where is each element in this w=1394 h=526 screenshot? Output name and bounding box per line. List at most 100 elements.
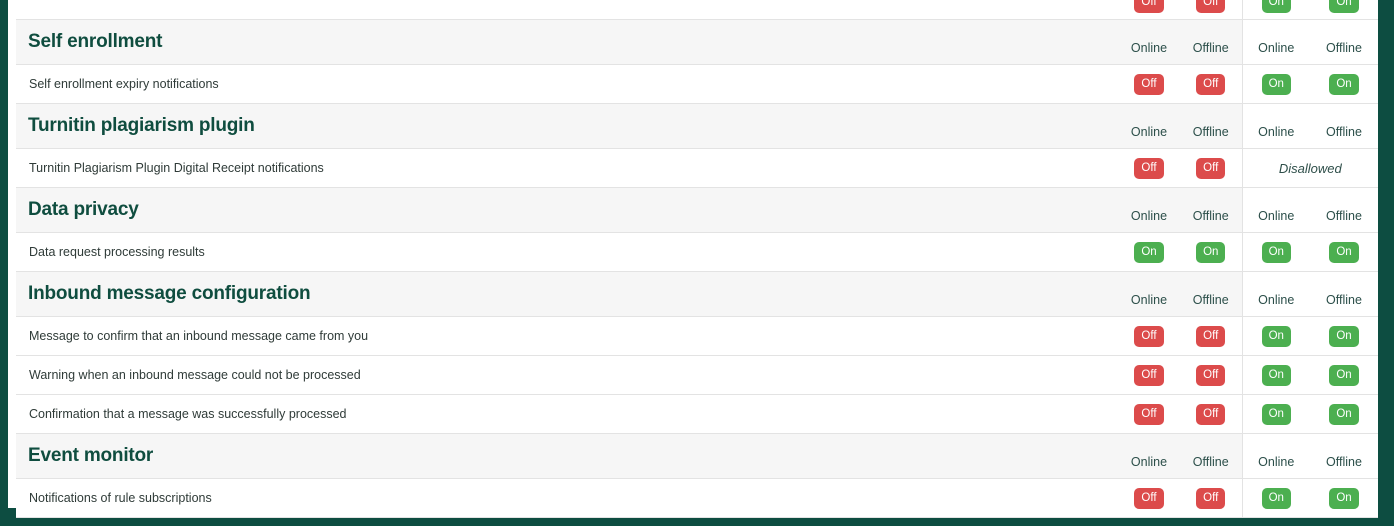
page-root: Off Off On On Self enrollment Online Offline On… bbox=[0, 0, 1394, 526]
section-header-row: Self enrollment Online Offline Online Offlin… bbox=[16, 19, 1378, 65]
table-row: Warning when an inbound message could no… bbox=[16, 355, 1378, 395]
row-toggle-cell: On bbox=[1241, 64, 1310, 104]
row-label: Data request processing results bbox=[16, 232, 1118, 272]
row-toggle-cell: On bbox=[1241, 316, 1310, 356]
row-label: Notifications of rule subscriptions bbox=[16, 478, 1118, 518]
column-header-offline: Offline bbox=[1310, 271, 1378, 317]
row-toggle-cell: Off bbox=[1118, 316, 1180, 356]
toggle-badge-on[interactable]: On bbox=[1329, 364, 1359, 386]
toggle-badge-off[interactable]: Off bbox=[1134, 403, 1164, 425]
column-header-online: Online bbox=[1241, 433, 1310, 479]
toggle-badge-on[interactable]: On bbox=[1261, 403, 1291, 425]
section-title: Self enrollment bbox=[16, 19, 1118, 65]
row-toggle-cell: Off bbox=[1118, 478, 1180, 518]
toggle-badge-on[interactable]: On bbox=[1261, 0, 1291, 13]
row-toggle-cell: Off bbox=[1180, 394, 1242, 434]
row-toggle-cell: On bbox=[1241, 394, 1310, 434]
row-disallowed-cell: Disallowed bbox=[1241, 148, 1378, 188]
toggle-badge-on[interactable]: On bbox=[1261, 364, 1291, 386]
section-header-row: Event monitor Online Offline Online Offline bbox=[16, 433, 1378, 479]
toggle-badge-off[interactable]: Off bbox=[1196, 325, 1226, 347]
toggle-badge-off[interactable]: Off bbox=[1196, 73, 1226, 95]
row-toggle-cell: On bbox=[1310, 394, 1378, 434]
toggle-badge-on[interactable]: On bbox=[1196, 241, 1226, 263]
table-row: Notifications of rule subscriptions Off Of… bbox=[16, 478, 1378, 518]
column-header-online: Online bbox=[1118, 433, 1180, 479]
column-header-offline: Offline bbox=[1180, 433, 1242, 479]
toggle-badge-off[interactable]: Off bbox=[1196, 487, 1226, 509]
column-header-offline: Offline bbox=[1310, 19, 1378, 65]
row-toggle-cell: Off bbox=[1118, 64, 1180, 104]
toggle-badge-on[interactable]: On bbox=[1261, 73, 1291, 95]
row-label: Self enrollment expiry notifications bbox=[16, 64, 1118, 104]
row-toggle-cell: Off bbox=[1118, 0, 1180, 20]
toggle-badge-on[interactable]: On bbox=[1329, 0, 1359, 13]
toggle-badge-off[interactable]: Off bbox=[1134, 487, 1164, 509]
toggle-badge-off[interactable]: Off bbox=[1134, 364, 1164, 386]
notification-preferences-body: Off Off On On Self enrollment Online Offline On… bbox=[16, 0, 1378, 518]
left-rail bbox=[0, 0, 8, 508]
toggle-badge-on[interactable]: On bbox=[1329, 403, 1359, 425]
column-header-online: Online bbox=[1241, 103, 1310, 149]
section-header-row: Turnitin plagiarism plugin Online Offline O… bbox=[16, 103, 1378, 149]
row-label: Warning when an inbound message could no… bbox=[16, 355, 1118, 395]
column-header-offline: Offline bbox=[1180, 103, 1242, 149]
notification-preferences-table-wrap: Off Off On On Self enrollment Online Offline On… bbox=[16, 0, 1378, 518]
section-title: Turnitin plagiarism plugin bbox=[16, 103, 1118, 149]
column-header-online: Online bbox=[1241, 271, 1310, 317]
section-title: Inbound message configuration bbox=[16, 271, 1118, 317]
toggle-badge-on[interactable]: On bbox=[1134, 241, 1164, 263]
row-toggle-cell: On bbox=[1310, 64, 1378, 104]
toggle-badge-on[interactable]: On bbox=[1261, 325, 1291, 347]
toggle-badge-on[interactable]: On bbox=[1329, 487, 1359, 509]
toggle-badge-off[interactable]: Off bbox=[1196, 364, 1226, 386]
table-row: Data request processing results On On On On bbox=[16, 232, 1378, 272]
row-toggle-cell: On bbox=[1310, 478, 1378, 518]
toggle-badge-on[interactable]: On bbox=[1329, 241, 1359, 263]
column-header-offline: Offline bbox=[1310, 433, 1378, 479]
toggle-badge-on[interactable]: On bbox=[1329, 325, 1359, 347]
row-label bbox=[16, 0, 1118, 20]
column-header-online: Online bbox=[1118, 19, 1180, 65]
toggle-badge-off[interactable]: Off bbox=[1134, 157, 1164, 179]
row-toggle-cell: Off bbox=[1118, 148, 1180, 188]
toggle-badge-off[interactable]: Off bbox=[1134, 325, 1164, 347]
column-header-online: Online bbox=[1241, 19, 1310, 65]
row-toggle-cell: Off bbox=[1180, 316, 1242, 356]
column-header-offline: Offline bbox=[1310, 187, 1378, 233]
toggle-badge-off[interactable]: Off bbox=[1196, 403, 1226, 425]
section-title: Data privacy bbox=[16, 187, 1118, 233]
right-rail bbox=[1378, 0, 1394, 526]
column-header-online: Online bbox=[1118, 187, 1180, 233]
toggle-badge-off[interactable]: Off bbox=[1196, 0, 1226, 13]
column-header-offline: Offline bbox=[1180, 19, 1242, 65]
section-header-row: Inbound message configuration Online Offli… bbox=[16, 271, 1378, 317]
toggle-badge-on[interactable]: On bbox=[1261, 241, 1291, 263]
row-toggle-cell: On bbox=[1241, 355, 1310, 395]
row-toggle-cell: On bbox=[1241, 478, 1310, 518]
toggle-badge-off[interactable]: Off bbox=[1134, 0, 1164, 13]
section-title: Event monitor bbox=[16, 433, 1118, 479]
column-header-online: Online bbox=[1118, 103, 1180, 149]
row-toggle-cell: On bbox=[1310, 316, 1378, 356]
row-toggle-cell: On bbox=[1241, 232, 1310, 272]
row-label: Confirmation that a message was successf… bbox=[16, 394, 1118, 434]
column-header-offline: Offline bbox=[1180, 187, 1242, 233]
row-toggle-cell: Off bbox=[1180, 478, 1242, 518]
row-toggle-cell: On bbox=[1180, 232, 1242, 272]
disallowed-label: Disallowed bbox=[1278, 160, 1342, 176]
toggle-badge-off[interactable]: Off bbox=[1134, 73, 1164, 95]
row-toggle-cell: On bbox=[1118, 232, 1180, 272]
table-row: Confirmation that a message was successf… bbox=[16, 394, 1378, 434]
row-toggle-cell: On bbox=[1310, 232, 1378, 272]
row-toggle-cell: On bbox=[1241, 0, 1310, 20]
row-toggle-cell: On bbox=[1310, 0, 1378, 20]
toggle-badge-on[interactable]: On bbox=[1329, 73, 1359, 95]
column-header-online: Online bbox=[1241, 187, 1310, 233]
row-toggle-cell: Off bbox=[1180, 355, 1242, 395]
toggle-badge-off[interactable]: Off bbox=[1196, 157, 1226, 179]
toggle-badge-on[interactable]: On bbox=[1261, 487, 1291, 509]
notification-preferences-table: Off Off On On Self enrollment Online Offline On… bbox=[16, 0, 1378, 518]
row-toggle-cell: Off bbox=[1118, 355, 1180, 395]
row-toggle-cell: Off bbox=[1180, 148, 1242, 188]
